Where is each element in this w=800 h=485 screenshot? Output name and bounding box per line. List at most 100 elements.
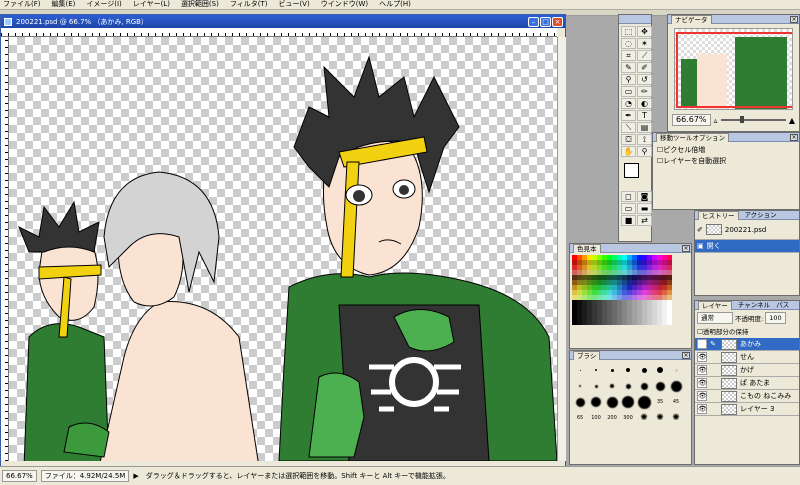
- layers-tab[interactable]: レイヤー: [698, 300, 732, 310]
- stamp-icon[interactable]: ⚲: [621, 74, 636, 85]
- zoom-out-icon[interactable]: ▵: [714, 116, 718, 125]
- move-tool-icon[interactable]: ✥: [637, 26, 652, 37]
- texture-brush-icon[interactable]: ✺: [637, 411, 651, 425]
- texture-brush-icon[interactable]: ✺: [669, 411, 683, 425]
- history-snapshot[interactable]: ✐ 200221.psd: [695, 220, 799, 240]
- color-swatches[interactable]: [621, 161, 649, 187]
- brush-preset[interactable]: [589, 363, 603, 377]
- minimize-button[interactable]: –: [528, 16, 539, 27]
- brush-preset[interactable]: [621, 379, 635, 393]
- airbrush-icon[interactable]: ✎: [621, 62, 636, 73]
- menu-image[interactable]: イメージ(I): [86, 0, 121, 9]
- brush-preset[interactable]: [653, 363, 667, 377]
- magic-wand-icon[interactable]: ✶: [637, 38, 652, 49]
- blur-icon[interactable]: ◔: [621, 98, 636, 109]
- layer-row[interactable]: 👁 レイヤー 3: [695, 403, 799, 416]
- navigator-preview[interactable]: [674, 28, 793, 110]
- brush-preset[interactable]: [621, 363, 635, 377]
- menu-filter[interactable]: フィルタ(T): [230, 0, 268, 9]
- zoom-field[interactable]: 66.67%: [2, 470, 37, 482]
- imageready-icon[interactable]: ⇄: [637, 215, 652, 226]
- vertical-scrollbar[interactable]: [557, 37, 566, 461]
- navigator-close-icon[interactable]: ×: [790, 15, 798, 23]
- brushes-close-icon[interactable]: ×: [682, 351, 690, 359]
- zoom-in-icon[interactable]: ▲: [789, 116, 795, 125]
- brush-preset[interactable]: [605, 395, 619, 409]
- screen-mode-1-icon[interactable]: ▭: [621, 203, 636, 214]
- menu-select[interactable]: 選択範囲(S): [181, 0, 219, 9]
- brush-size-label[interactable]: 200: [605, 411, 619, 425]
- menu-layer[interactable]: レイヤー(L): [133, 0, 170, 9]
- channels-tab[interactable]: チャンネル: [738, 301, 770, 309]
- preserve-transparency-option[interactable]: ☐透明部分の保持: [695, 326, 799, 338]
- swatch-grid[interactable]: [570, 253, 691, 327]
- blend-mode-select[interactable]: 通常: [697, 312, 733, 324]
- brush-preset[interactable]: [637, 379, 651, 393]
- pen-tool-icon[interactable]: ✒: [621, 110, 636, 121]
- swatch-cell[interactable]: [667, 320, 672, 325]
- brush-preset[interactable]: [637, 363, 651, 377]
- swatches-tab[interactable]: 色見本: [573, 243, 601, 253]
- brush-preset[interactable]: [669, 363, 683, 377]
- bucket-icon[interactable]: ⛋: [621, 134, 636, 145]
- brush-preset[interactable]: [669, 379, 683, 393]
- brush-size-label[interactable]: 45: [669, 395, 683, 409]
- menu-file[interactable]: ファイル(F): [3, 0, 41, 9]
- document-titlebar[interactable]: 200221.psd @ 66.7% （あかみ, RGB） – □ ×: [1, 15, 565, 28]
- navigator-view-box[interactable]: [676, 32, 792, 108]
- eye-icon[interactable]: 👁: [697, 378, 707, 388]
- brush-preset[interactable]: [637, 395, 651, 409]
- menu-window[interactable]: ウインドウ(W): [321, 0, 368, 9]
- toolbox-titlebar[interactable]: [619, 15, 651, 24]
- texture-brush-icon[interactable]: ✺: [653, 411, 667, 425]
- lasso-tool-icon[interactable]: ◌: [621, 38, 636, 49]
- brush-preset[interactable]: [589, 379, 603, 393]
- eraser-icon[interactable]: ▭: [621, 86, 636, 97]
- screen-mode-3-icon[interactable]: ■: [621, 215, 636, 226]
- brush-size-label[interactable]: 65: [573, 411, 587, 425]
- pixel-doubling-option[interactable]: ☐ピクセル倍増: [657, 145, 795, 156]
- brush-preset[interactable]: [605, 363, 619, 377]
- quickmask-mode-icon[interactable]: ◙: [637, 191, 652, 202]
- menu-view[interactable]: ビュー(V): [278, 0, 309, 9]
- eye-icon[interactable]: 👁: [697, 339, 707, 349]
- layer-row[interactable]: 👁 ✎ あかみ: [695, 338, 799, 351]
- navigator-zoom[interactable]: 66.67%: [672, 114, 711, 126]
- history-tab[interactable]: ヒストリー: [698, 210, 739, 220]
- eye-icon[interactable]: 👁: [697, 404, 707, 414]
- menu-help[interactable]: ヘルプ(H): [379, 0, 411, 9]
- brush-preset[interactable]: [573, 363, 587, 377]
- layer-row[interactable]: 👁 かげ: [695, 364, 799, 377]
- gradient-icon[interactable]: ▤: [637, 122, 652, 133]
- move-options-tab[interactable]: 移動ツールオプション: [656, 132, 729, 142]
- screen-mode-2-icon[interactable]: ▬: [637, 203, 652, 214]
- brush-size-label[interactable]: 35: [653, 395, 667, 409]
- foreground-color[interactable]: [624, 163, 639, 178]
- history-brush-icon[interactable]: ✐: [697, 226, 703, 234]
- standard-mode-icon[interactable]: ◻: [621, 191, 636, 202]
- eye-icon[interactable]: 👁: [697, 391, 707, 401]
- brush-size-label[interactable]: 100: [589, 411, 603, 425]
- layer-row[interactable]: 👁 ぱ あたま: [695, 377, 799, 390]
- maximize-button[interactable]: □: [540, 16, 551, 27]
- paths-tab[interactable]: パス: [776, 301, 789, 309]
- hand-tool-icon[interactable]: ✋: [621, 146, 636, 157]
- image-canvas[interactable]: [9, 37, 557, 461]
- brush-preset[interactable]: [621, 395, 635, 409]
- zoom-slider[interactable]: [720, 116, 786, 123]
- brush-icon[interactable]: ✐: [637, 62, 652, 73]
- menu-edit[interactable]: 編集(E): [52, 0, 76, 9]
- marquee-tool-icon[interactable]: ⬚: [621, 26, 636, 37]
- brush-size-label[interactable]: 300: [621, 411, 635, 425]
- slice-tool-icon[interactable]: ⟋: [637, 50, 652, 61]
- brush-preset[interactable]: [605, 379, 619, 393]
- brush-preset[interactable]: [653, 379, 667, 393]
- brush-preset[interactable]: [573, 379, 587, 393]
- brush-preset[interactable]: [573, 395, 587, 409]
- zoom-tool-icon[interactable]: ⚲: [637, 146, 652, 157]
- navigator-tab[interactable]: ナビゲータ: [671, 14, 712, 24]
- brush-grid[interactable]: 35 45 65 100 200 300 ✺ ✺ ✺: [570, 360, 691, 428]
- history-brush-icon[interactable]: ↺: [637, 74, 652, 85]
- eye-icon[interactable]: 👁: [697, 352, 707, 362]
- layer-row[interactable]: 👁 こもの ねこみみ: [695, 390, 799, 403]
